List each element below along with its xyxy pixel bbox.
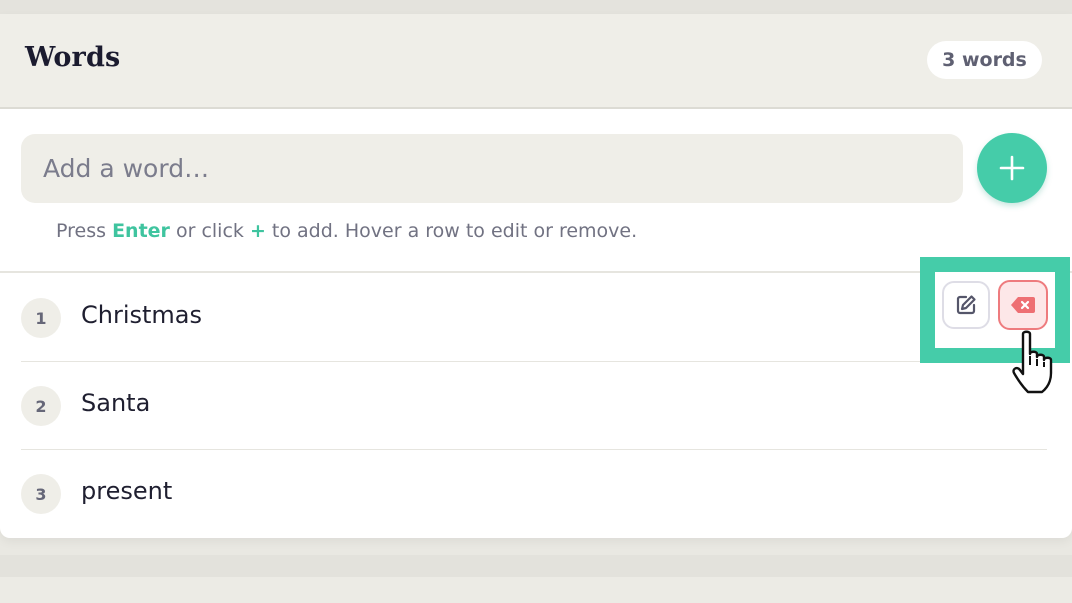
add-word-input[interactable]	[21, 134, 963, 203]
words-card: Words 3 words Press Enter or click + to …	[0, 14, 1072, 538]
hint-plus-key: +	[249, 220, 266, 242]
words-panel-stage: Words 3 words Press Enter or click + to …	[0, 0, 1072, 603]
page-title: Words	[25, 42, 121, 73]
hint-or-click: or click	[175, 220, 244, 242]
edit-icon	[956, 295, 976, 315]
hint-press: Press	[56, 220, 107, 242]
delete-word-button[interactable]	[998, 280, 1048, 330]
list-item[interactable]: 2 Santa	[21, 361, 1047, 449]
edit-word-button[interactable]	[942, 281, 990, 329]
word-count-badge: 3 words	[927, 41, 1042, 79]
hint-rest: to add. Hover a row to edit or remove.	[271, 220, 638, 242]
card-header: Words 3 words	[0, 14, 1072, 109]
item-number-badge: 1	[21, 298, 61, 338]
backdrop-edge	[0, 577, 1072, 603]
item-word: Christmas	[81, 301, 203, 329]
list-item[interactable]: 1 Christmas	[21, 273, 1047, 361]
item-number-badge: 3	[21, 474, 61, 514]
plus-icon	[999, 155, 1025, 181]
usage-hint: Press Enter or click + to add. Hover a r…	[56, 220, 637, 242]
item-word: present	[81, 477, 173, 505]
item-number-badge: 2	[21, 386, 61, 426]
item-word: Santa	[81, 389, 151, 417]
backdrop-bottom	[0, 555, 1072, 577]
add-word-button[interactable]	[977, 133, 1047, 203]
hint-enter-key: Enter	[112, 220, 170, 242]
backspace-icon	[1011, 297, 1035, 313]
backdrop-top	[0, 0, 1072, 14]
list-item[interactable]: 3 present	[21, 449, 1047, 537]
